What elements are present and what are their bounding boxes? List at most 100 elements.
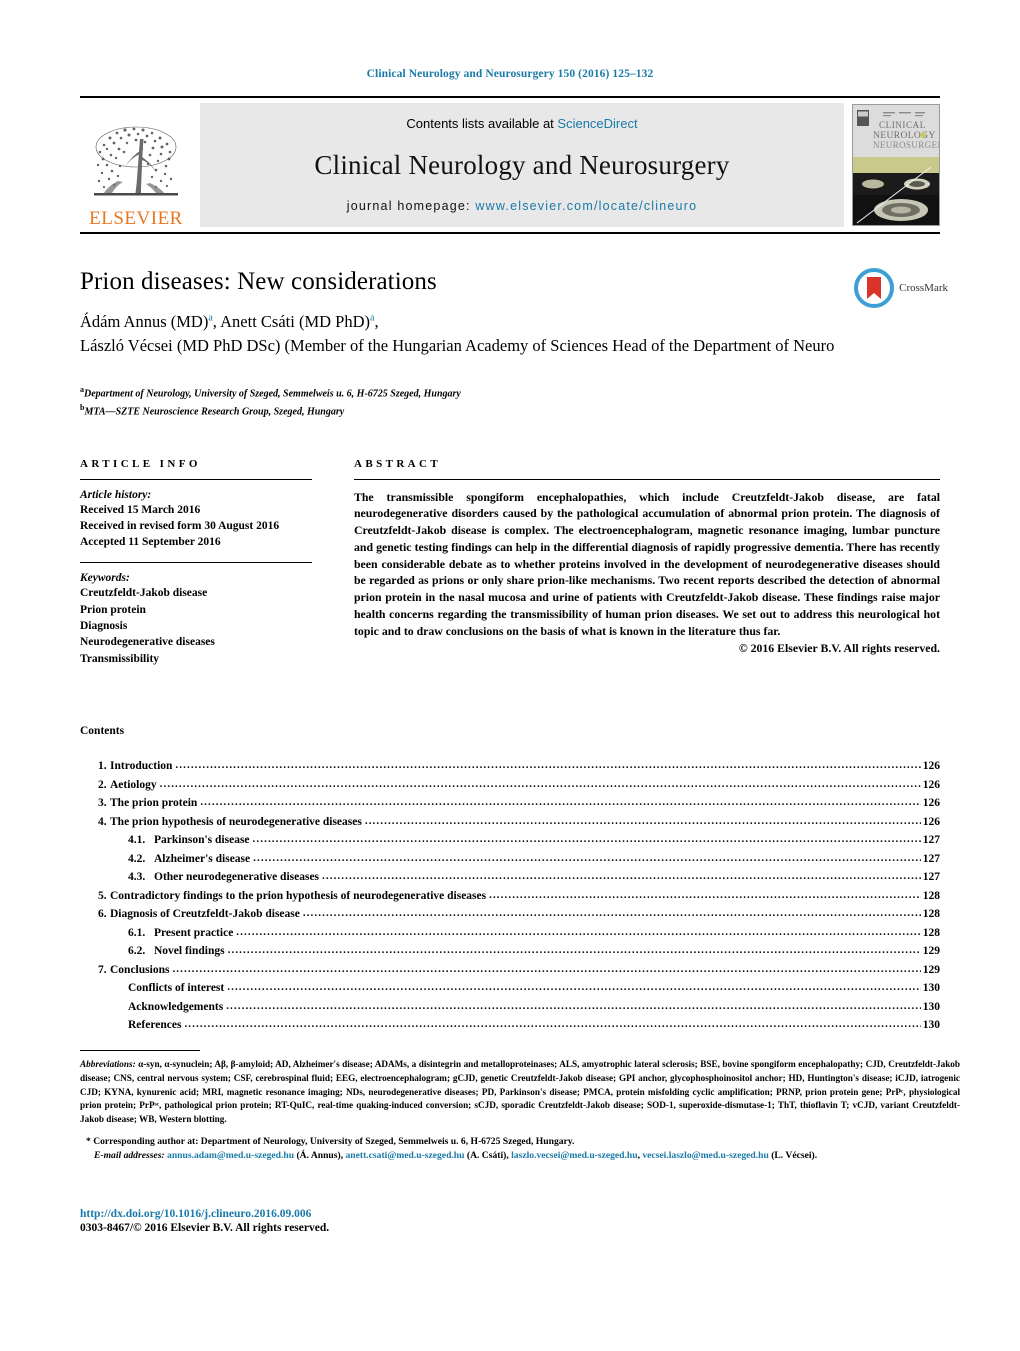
abstract-column: ABSTRACT The transmissible spongiform en… bbox=[312, 458, 940, 668]
author-annus: Ádám Annus (MD) bbox=[80, 312, 209, 331]
affiliation-b: bMTA—SZTE Neuroscience Research Group, S… bbox=[80, 402, 940, 420]
keyword-item: Neurodegenerative diseases bbox=[80, 636, 215, 649]
toc-label[interactable]: The prion hypothesis of neurodegenerativ… bbox=[110, 816, 365, 829]
toc-list: 1. Introduction..........................… bbox=[80, 760, 940, 1032]
author-csati: , Anett Csáti (MD PhD) bbox=[212, 312, 370, 331]
toc-page-number: 129 bbox=[922, 963, 940, 976]
toc-page-number: 129 bbox=[922, 945, 940, 958]
toc-label[interactable]: Aetiology bbox=[110, 779, 160, 792]
email-link[interactable]: vecsei.laszlo@med.u-szeged.hu bbox=[642, 1150, 768, 1161]
journal-cover-thumbnail: CLINICAL NEUROLOGY NEUROSURGERY bbox=[852, 104, 940, 226]
abstract-text: The transmissible spongiform encephalopa… bbox=[354, 489, 940, 638]
toc-row[interactable]: Conflicts of interest...................… bbox=[80, 982, 940, 995]
toc-label[interactable]: Conflicts of interest bbox=[128, 983, 227, 995]
toc-page-number: 130 bbox=[922, 1000, 940, 1013]
email-person: (Á. Annus), bbox=[294, 1150, 346, 1162]
keyword-item: Diagnosis bbox=[80, 620, 128, 633]
toc-leader-dots: ........................................… bbox=[227, 945, 921, 957]
doi-link[interactable]: http://dx.doi.org/10.1016/j.clineuro.201… bbox=[80, 1208, 329, 1220]
toc-page-number: 127 bbox=[922, 852, 940, 865]
abbreviations-text: α-syn, α-synuclein; Aβ, β-amyloid; AD, A… bbox=[80, 1059, 961, 1125]
toc-page-number: 130 bbox=[922, 982, 940, 995]
toc-row[interactable]: 6.2. Novel findings......................… bbox=[80, 945, 940, 958]
toc-label[interactable]: References bbox=[128, 1020, 184, 1032]
toc-number: 1. bbox=[98, 760, 107, 773]
toc-row[interactable]: 4.3. Other neurodegenerative diseases....… bbox=[80, 871, 940, 884]
journal-homepage-url[interactable]: www.elsevier.com/locate/clineuro bbox=[475, 199, 697, 213]
toc-leader-dots: ........................................… bbox=[302, 908, 921, 920]
toc-label[interactable]: Alzheimer's disease bbox=[154, 853, 253, 866]
abstract-copyright: © 2016 Elsevier B.V. All rights reserved… bbox=[738, 641, 940, 656]
email-person: (A. Csáti), bbox=[464, 1150, 512, 1162]
sciencedirect-link[interactable]: ScienceDirect bbox=[557, 116, 637, 131]
article-info-column: ARTICLE INFO Article history: Received 1… bbox=[80, 458, 312, 668]
toc-label[interactable]: Introduction bbox=[110, 761, 175, 773]
elsevier-logo: ELSEVIER bbox=[80, 98, 192, 232]
toc-number: 4.2. bbox=[128, 852, 146, 865]
toc-label[interactable]: Contradictory findings to the prion hypo… bbox=[110, 890, 489, 903]
elsevier-wordmark: ELSEVIER bbox=[89, 208, 183, 229]
toc-label[interactable]: Present practice bbox=[154, 927, 236, 940]
toc-page-number: 126 bbox=[922, 778, 940, 791]
toc-page-number: 126 bbox=[922, 797, 940, 810]
footer-block: http://dx.doi.org/10.1016/j.clineuro.201… bbox=[80, 1208, 329, 1234]
email-link[interactable]: annus.adam@med.u-szeged.hu bbox=[167, 1150, 294, 1161]
email-addresses-note: E-mail addresses: annus.adam@med.u-szege… bbox=[80, 1149, 960, 1163]
email-link[interactable]: laszlo.vecsei@med.u-szeged.hu bbox=[511, 1150, 637, 1161]
author-line-1: Ádám Annus (MD)a, Anett Csáti (MD PhD)a, bbox=[80, 310, 940, 334]
toc-row[interactable]: 4.1. Parkinson's disease.................… bbox=[80, 834, 940, 847]
contents-heading: Contents bbox=[80, 725, 125, 738]
toc-label[interactable]: The prion protein bbox=[110, 798, 200, 810]
article-info-heading: ARTICLE INFO bbox=[80, 457, 201, 470]
masthead-center: Contents lists available at ScienceDirec… bbox=[200, 103, 844, 227]
toc-page-number: 126 bbox=[922, 815, 940, 828]
toc-row[interactable]: 3. The prion protein.....................… bbox=[80, 797, 940, 810]
keywords-rule bbox=[80, 562, 312, 564]
contents-available-prefix: Contents lists available at bbox=[406, 116, 558, 131]
toc-number: 6. bbox=[98, 908, 107, 921]
toc-leader-dots: ........................................… bbox=[175, 760, 921, 772]
svg-text:NEUROSURGERY: NEUROSURGERY bbox=[873, 140, 939, 150]
toc-page-number: 128 bbox=[922, 889, 940, 902]
toc-row[interactable]: 4.2. Alzheimer's disease.................… bbox=[80, 852, 940, 866]
toc-leader-dots: ........................................… bbox=[200, 797, 921, 809]
email-tail: (L. Vécsei). bbox=[771, 1150, 818, 1162]
toc-page-number: 127 bbox=[922, 834, 940, 847]
toc-label[interactable]: Novel findings bbox=[154, 946, 228, 958]
toc-page-number: 126 bbox=[922, 760, 940, 773]
toc-label[interactable]: Conclusions bbox=[110, 964, 172, 977]
toc-row[interactable]: 6. Diagnosis of Creutzfeldt-Jakob disease… bbox=[80, 908, 940, 921]
toc-leader-dots: ........................................… bbox=[159, 778, 921, 790]
affiliation-a-text: Department of Neurology, University of S… bbox=[84, 388, 461, 400]
toc-label[interactable]: Parkinson's disease bbox=[154, 835, 253, 847]
toc-row[interactable]: Acknowledgements........................… bbox=[80, 1000, 940, 1014]
email-link[interactable]: anett.csati@med.u-szeged.hu bbox=[346, 1150, 465, 1161]
journal-homepage-line: journal homepage: www.elsevier.com/locat… bbox=[347, 199, 697, 213]
toc-row[interactable]: References..............................… bbox=[80, 1019, 940, 1032]
journal-masthead: ELSEVIER Contents lists available at Sci… bbox=[80, 96, 940, 234]
crossmark-badge[interactable]: CrossMark bbox=[854, 268, 948, 308]
journal-homepage-label: journal homepage: bbox=[346, 199, 471, 213]
toc-leader-dots: ........................................… bbox=[364, 815, 921, 827]
toc-number: 4.3. bbox=[128, 871, 146, 884]
toc-label[interactable]: Acknowledgements bbox=[128, 1001, 226, 1014]
footnotes-block: Abbreviations: α-syn, α-synuclein; Aβ, β… bbox=[80, 1050, 960, 1164]
toc-row[interactable]: 5. Contradictory findings to the prion hy… bbox=[80, 889, 940, 903]
article-info-rule bbox=[80, 478, 312, 480]
table-of-contents: Contents 1. Introduction.................… bbox=[80, 725, 940, 1032]
history-revised: Received in revised form 30 August 2016 bbox=[80, 519, 280, 532]
toc-row[interactable]: 1. Introduction..........................… bbox=[80, 760, 940, 773]
toc-label[interactable]: Other neurodegenerative diseases bbox=[154, 872, 322, 884]
journal-title: Clinical Neurology and Neurosurgery bbox=[314, 149, 730, 180]
cover-art: CLINICAL NEUROLOGY NEUROSURGERY bbox=[853, 105, 939, 225]
abstract-heading: ABSTRACT bbox=[354, 457, 442, 470]
toc-row[interactable]: 4. The prion hypothesis of neurodegenerat… bbox=[80, 815, 940, 829]
toc-row[interactable]: 2. Aetiology.............................… bbox=[80, 778, 940, 792]
toc-row[interactable]: 6.1. Present practice....................… bbox=[80, 927, 940, 940]
toc-number: 5. bbox=[98, 889, 107, 902]
info-abstract-row: ARTICLE INFO Article history: Received 1… bbox=[80, 458, 940, 668]
toc-row[interactable]: 7. Conclusions...........................… bbox=[80, 963, 940, 977]
toc-label[interactable]: Diagnosis of Creutzfeldt-Jakob disease bbox=[110, 909, 303, 921]
elsevier-tree-icon bbox=[94, 126, 178, 196]
toc-leader-dots: ........................................… bbox=[226, 1000, 921, 1012]
